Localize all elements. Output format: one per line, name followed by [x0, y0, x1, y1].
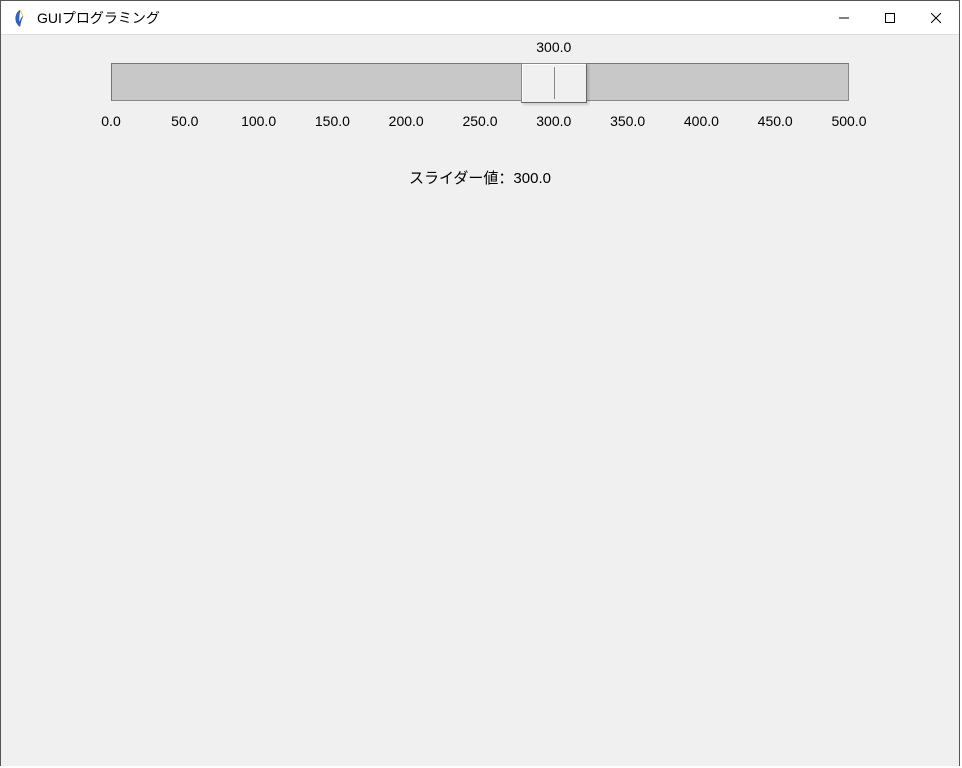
slider-tick: 150.0 — [315, 113, 350, 129]
slider-tick: 250.0 — [462, 113, 497, 129]
slider-tick: 0.0 — [101, 113, 120, 129]
maximize-button[interactable] — [867, 1, 913, 34]
slider-value-label-value: 300.0 — [513, 170, 551, 187]
slider-tick: 450.0 — [758, 113, 793, 129]
window-controls — [821, 1, 959, 34]
slider-value-label: スライダー値：300.0 — [1, 167, 959, 188]
slider-tick: 400.0 — [684, 113, 719, 129]
slider-tick: 350.0 — [610, 113, 645, 129]
slider-trough[interactable] — [111, 63, 849, 101]
slider-tick: 50.0 — [171, 113, 198, 129]
slider-tick: 200.0 — [389, 113, 424, 129]
client-area: 300.0 0.0 50.0 100.0 150.0 200.0 250.0 300.0 35… — [1, 35, 959, 766]
close-button[interactable] — [913, 1, 959, 34]
app-icon — [11, 9, 29, 27]
slider-current-value: 300.0 — [536, 39, 571, 55]
titlebar: GUIプログラミング — [1, 1, 959, 35]
scale-widget: 300.0 0.050.0100.0150.0200.0250.0300.035… — [111, 63, 849, 139]
slider-tick: 300.0 — [536, 113, 571, 129]
slider-tick: 500.0 — [831, 113, 866, 129]
slider-thumb[interactable] — [521, 63, 587, 103]
window-title: GUIプログラミング — [37, 8, 821, 28]
slider-tick-row: 0.050.0100.0150.0200.0250.0300.0350.0400… — [111, 111, 849, 139]
slider-value-label-prefix: スライダー値： — [409, 170, 513, 187]
slider-tick: 100.0 — [241, 113, 276, 129]
minimize-button[interactable] — [821, 1, 867, 34]
app-window: GUIプログラミング 300.0 0.050.0100.0150.0200.02 — [0, 0, 960, 766]
